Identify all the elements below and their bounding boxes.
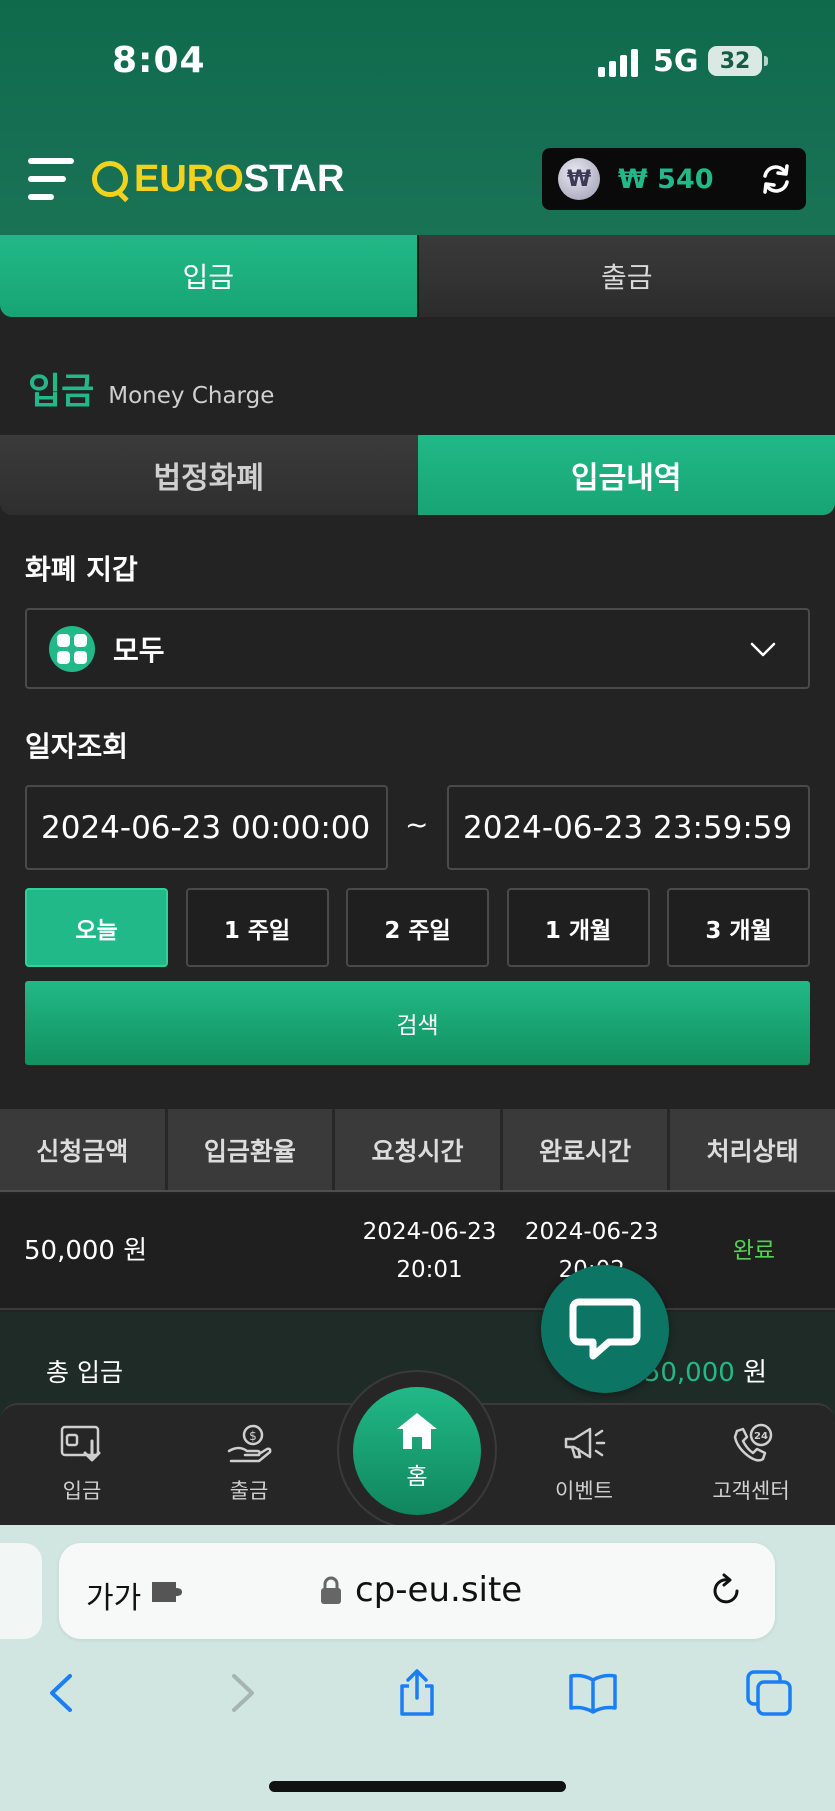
won-coin-icon: ₩ xyxy=(558,158,600,200)
search-button[interactable]: 검색 xyxy=(25,981,810,1065)
nav-support[interactable]: 24 고객센터 xyxy=(686,1423,816,1505)
page-title-en: Money Charge xyxy=(108,383,275,409)
network-label: 5G xyxy=(653,44,699,79)
wallet-label: 화폐 지갑 xyxy=(25,553,138,586)
col-exchange-rate: 입금환율 xyxy=(168,1109,336,1190)
nav-event-label: 이벤트 xyxy=(555,1479,613,1503)
extension-icon[interactable] xyxy=(150,1577,186,1607)
svg-text:$: $ xyxy=(249,1429,257,1443)
previous-tab-card[interactable] xyxy=(0,1543,42,1639)
tab-fiat[interactable]: 법정화폐 xyxy=(0,435,418,515)
chevron-down-icon xyxy=(750,642,776,657)
signal-icon xyxy=(598,47,642,77)
wallet-select-value: 모두 xyxy=(113,633,165,667)
lock-icon xyxy=(321,1576,341,1604)
date-label: 일자조회 xyxy=(25,730,129,763)
back-icon[interactable] xyxy=(38,1668,88,1718)
page-title: 입금 Money Charge xyxy=(28,362,274,414)
main-tabs: 입금 출금 xyxy=(0,235,835,317)
period-2week-button[interactable]: 2 주일 xyxy=(346,888,489,967)
all-grid-icon xyxy=(49,625,95,672)
tab-deposit-history[interactable]: 입금내역 xyxy=(417,435,835,515)
forward-icon[interactable] xyxy=(216,1668,266,1718)
total-label: 총 입금 xyxy=(46,1358,123,1387)
row-request-time: 2024-06-23 20:01 xyxy=(362,1219,497,1283)
wallet-balance-box: ₩ ₩ 540 xyxy=(542,148,806,210)
wallet-select[interactable]: 모두 xyxy=(25,608,810,689)
nav-deposit-label: 입금 xyxy=(62,1479,102,1503)
tabs-icon[interactable] xyxy=(744,1668,794,1718)
battery-icon: 32 xyxy=(708,46,768,76)
period-buttons: 오늘 1 주일 2 주일 1 개월 3 개월 xyxy=(25,888,810,967)
logo-mark-icon xyxy=(92,161,128,197)
refresh-icon[interactable] xyxy=(758,161,794,197)
period-3month-button[interactable]: 3 개월 xyxy=(667,888,810,967)
tab-withdraw[interactable]: 출금 xyxy=(416,235,835,317)
share-icon[interactable] xyxy=(392,1668,442,1718)
table-row: 50,000 원 2024-06-23 20:01 2024-06-23 20:… xyxy=(0,1194,835,1310)
nav-home[interactable]: 홈 xyxy=(353,1387,481,1515)
col-status: 처리상태 xyxy=(706,1136,799,1166)
logo-euro-text: EURO xyxy=(134,157,244,200)
col-complete-time: 완료시간 xyxy=(503,1109,671,1190)
withdraw-icon: $ xyxy=(227,1424,272,1463)
eurostar-logo[interactable]: EURO STAR xyxy=(92,157,344,201)
chat-button[interactable] xyxy=(541,1265,669,1393)
nav-support-label: 고객센터 xyxy=(712,1479,790,1503)
url-text[interactable]: cp-eu.site xyxy=(355,1570,522,1610)
sub-tabs: 법정화폐 입금내역 xyxy=(0,435,835,515)
period-1month-button[interactable]: 1 개월 xyxy=(506,888,650,967)
svg-text:24: 24 xyxy=(754,1431,768,1442)
megaphone-icon xyxy=(564,1427,606,1459)
wallet-balance: ₩ 540 xyxy=(618,163,714,195)
date-to-input[interactable]: 2024-06-23 23:59:59 xyxy=(447,785,810,870)
nav-deposit[interactable]: 입금 xyxy=(17,1423,147,1505)
period-today-button[interactable]: 오늘 xyxy=(25,888,168,967)
col-request-time: 요청시간 xyxy=(335,1109,503,1190)
chat-bubble-icon xyxy=(569,1298,641,1360)
nav-withdraw-label: 출금 xyxy=(229,1479,269,1503)
home-icon xyxy=(397,1413,437,1449)
home-indicator xyxy=(269,1781,566,1792)
deposit-icon xyxy=(60,1425,101,1462)
table-header: 신청금액 입금환율 요청시간 완료시간 처리상태 xyxy=(0,1109,835,1192)
tab-deposit[interactable]: 입금 xyxy=(0,235,417,317)
total-value: 50,000 원 xyxy=(644,1352,767,1389)
bookmarks-icon[interactable] xyxy=(568,1668,618,1718)
page-title-ko: 입금 xyxy=(28,371,95,412)
menu-icon[interactable] xyxy=(28,158,74,202)
row-status: 완료 xyxy=(732,1238,776,1264)
support-24-icon: 24 xyxy=(733,1423,773,1462)
col-request-amount: 신청금액 xyxy=(0,1109,168,1190)
total-unit: 원 xyxy=(743,1358,767,1388)
reload-icon[interactable] xyxy=(708,1573,744,1609)
nav-event[interactable]: 이벤트 xyxy=(519,1423,649,1505)
date-from-input[interactable]: 2024-06-23 00:00:00 xyxy=(25,785,388,870)
nav-withdraw[interactable]: $ 출금 xyxy=(184,1423,314,1505)
reader-text-size-button[interactable]: 가가 xyxy=(86,1573,141,1617)
row-amount: 50,000 원 xyxy=(24,1236,148,1266)
logo-star-text: STAR xyxy=(243,157,345,200)
nav-home-label: 홈 xyxy=(406,1464,428,1490)
status-time: 8:04 xyxy=(112,40,206,81)
date-separator: ~ xyxy=(405,808,429,841)
period-1week-button[interactable]: 1 주일 xyxy=(185,888,329,967)
row-rate xyxy=(186,1194,348,1308)
